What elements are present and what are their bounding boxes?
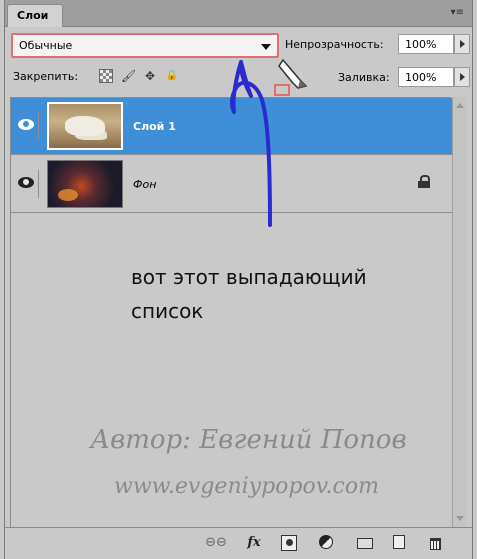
- watermark-author: Автор: Евгений Попов: [90, 425, 407, 455]
- layer-thumbnail: [47, 160, 123, 208]
- link-layers-icon[interactable]: ⊖⊖: [203, 535, 229, 551]
- annotation-line-1: вот этот выпадающий: [131, 265, 367, 289]
- layer-thumbnail: [47, 102, 123, 150]
- group-folder-icon[interactable]: [357, 535, 373, 551]
- panel-tab-bar: Слои ▾≡: [5, 0, 472, 27]
- layers-scrollbar[interactable]: [452, 97, 467, 527]
- fx-icon[interactable]: fx: [243, 535, 265, 551]
- trash-icon[interactable]: [429, 535, 443, 551]
- lock-move-icon[interactable]: ✥: [143, 69, 157, 83]
- fill-input[interactable]: 100%: [398, 67, 454, 87]
- watermark-site: www.evgeniypopov.com: [114, 474, 379, 499]
- eye-icon: [18, 119, 34, 130]
- blend-mode-dropdown[interactable]: Обычные: [11, 33, 279, 58]
- layer-row-background[interactable]: Фон: [11, 156, 452, 213]
- new-layer-icon[interactable]: [393, 535, 407, 551]
- fill-slider-button[interactable]: [454, 67, 470, 87]
- layer-mask-icon[interactable]: [281, 535, 297, 551]
- blend-opacity-row: Обычные Непрозрачность: 100%: [5, 31, 472, 59]
- opacity-slider-button[interactable]: [454, 34, 470, 54]
- lock-icon: [418, 175, 430, 188]
- lock-fill-row: Закрепить: 🖌 ✥ 🔒 Заливка: 100%: [5, 64, 472, 92]
- opacity-label: Непрозрачность:: [285, 38, 384, 51]
- layer-row-layer1[interactable]: Слой 1: [11, 98, 452, 155]
- lock-transparent-icon[interactable]: [99, 69, 113, 83]
- layer-name[interactable]: Слой 1: [133, 120, 176, 133]
- adjustment-layer-icon[interactable]: [319, 535, 335, 551]
- lock-label: Закрепить:: [13, 70, 79, 83]
- opacity-input[interactable]: 100%: [398, 34, 454, 54]
- scroll-up-icon[interactable]: [456, 103, 464, 108]
- visibility-toggle[interactable]: [15, 112, 39, 140]
- annotation-text: вот этот выпадающий список: [131, 260, 367, 328]
- tab-layers[interactable]: Слои: [7, 4, 63, 27]
- scroll-down-icon[interactable]: [456, 516, 464, 521]
- lock-paint-brush-icon[interactable]: 🖌: [121, 69, 136, 83]
- panel-bottom-bar: ⊖⊖ fx: [5, 527, 472, 559]
- fill-label: Заливка:: [338, 71, 390, 84]
- lock-all-icon[interactable]: 🔒: [165, 69, 179, 83]
- visibility-toggle[interactable]: [15, 170, 39, 198]
- layer-name[interactable]: Фон: [133, 178, 156, 191]
- chevron-down-icon: [261, 44, 271, 50]
- eye-icon: [18, 177, 34, 188]
- annotation-line-2: список: [131, 299, 204, 323]
- panel-menu-icon[interactable]: ▾≡: [450, 7, 464, 18]
- blend-mode-value: Обычные: [19, 39, 73, 52]
